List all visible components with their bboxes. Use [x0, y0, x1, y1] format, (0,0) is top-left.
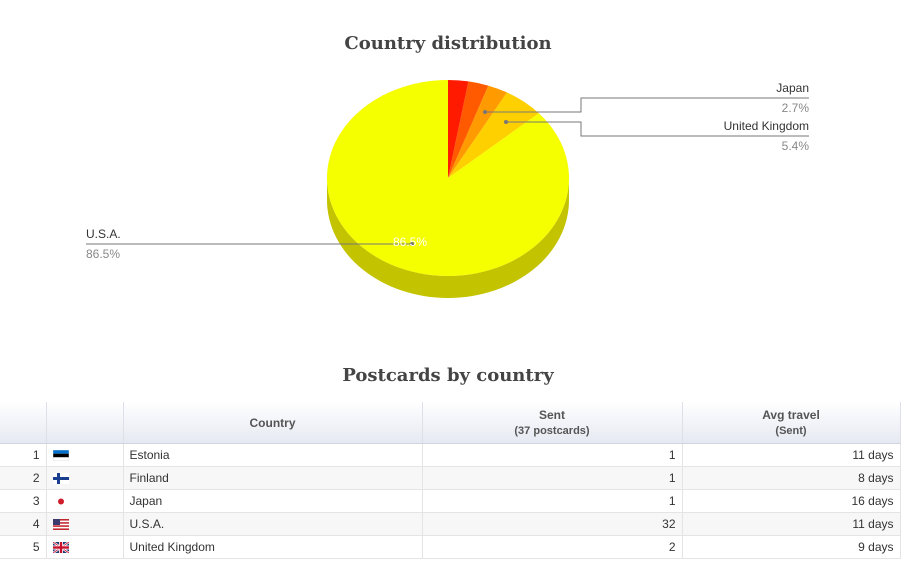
inside-percent-label: 86.5% — [393, 235, 427, 249]
avg-travel-cell: 8 days — [682, 466, 901, 490]
avg-travel-cell: 11 days — [682, 443, 901, 467]
row-index: 1 — [0, 443, 47, 467]
flag-cell — [46, 512, 124, 536]
japan-flag-icon — [52, 495, 117, 507]
row-index: 3 — [0, 489, 47, 513]
country-header[interactable]: Country — [123, 402, 423, 444]
slice-percent: 5.4% — [782, 139, 810, 153]
table-row: 2 Finland 1 8 days — [0, 466, 901, 490]
slice-label: United Kingdom — [724, 119, 809, 133]
row-index: 2 — [0, 466, 47, 490]
avg-travel-cell: 9 days — [682, 535, 901, 559]
table-row: 5 United Kingdom 2 9 days — [0, 535, 901, 559]
avg-travel-header[interactable]: Avg travel (Sent) — [682, 402, 901, 444]
row-index: 4 — [0, 512, 47, 536]
slice-label: U.S.A. — [86, 227, 121, 241]
country-cell: Estonia — [123, 443, 423, 467]
sent-subheader: (37 postcards) — [514, 425, 590, 437]
sent-header[interactable]: Sent (37 postcards) — [422, 402, 683, 444]
country-cell: Finland — [123, 466, 423, 490]
slice-label: Japan — [776, 81, 809, 95]
sent-count-link[interactable]: 1 — [422, 489, 683, 513]
sent-count-link[interactable]: 2 — [422, 535, 683, 559]
avg-travel-subheader: (Sent) — [775, 425, 807, 437]
slice-percent: 86.5% — [86, 247, 120, 261]
leader-dot — [504, 120, 508, 124]
sent-count-link[interactable]: 32 — [422, 512, 683, 536]
table-header-row: Country Sent (37 postcards) Avg travel (… — [0, 402, 901, 444]
estonia-flag-icon — [52, 449, 117, 461]
finland-flag-icon — [52, 472, 117, 484]
country-cell: United Kingdom — [123, 535, 423, 559]
table-row: 4 U.S.A. 32 11 days — [0, 512, 901, 536]
table-title: Postcards by country — [342, 365, 554, 386]
sent-count-link[interactable]: 1 — [422, 443, 683, 467]
index-header — [0, 402, 47, 444]
table-row: 1 Estonia 1 11 days — [0, 443, 901, 467]
postcards-table: Country Sent (37 postcards) Avg travel (… — [0, 402, 901, 559]
slice-percent: 2.7% — [782, 101, 810, 115]
country-cell: Japan — [123, 489, 423, 513]
avg-travel-cell: 16 days — [682, 489, 901, 513]
page: Country distribution Japan 2.7% United Kin… — [0, 0, 904, 562]
flag-cell — [46, 535, 124, 559]
flag-cell — [46, 489, 124, 513]
avg-travel-cell: 11 days — [682, 512, 901, 536]
table-row: 3 Japan 1 16 days — [0, 489, 901, 513]
usa-flag-icon — [52, 518, 117, 530]
pie-chart: Japan 2.7% United Kingdom 5.4% U.S.A. 86.5% 86… — [86, 80, 810, 298]
uk-flag-icon — [52, 541, 117, 553]
flag-cell — [46, 443, 124, 467]
flag-cell — [46, 466, 124, 490]
sent-count-link[interactable]: 1 — [422, 466, 683, 490]
leader-dot — [483, 110, 487, 114]
country-cell: U.S.A. — [123, 512, 423, 536]
flag-header — [46, 402, 124, 444]
row-index: 5 — [0, 535, 47, 559]
